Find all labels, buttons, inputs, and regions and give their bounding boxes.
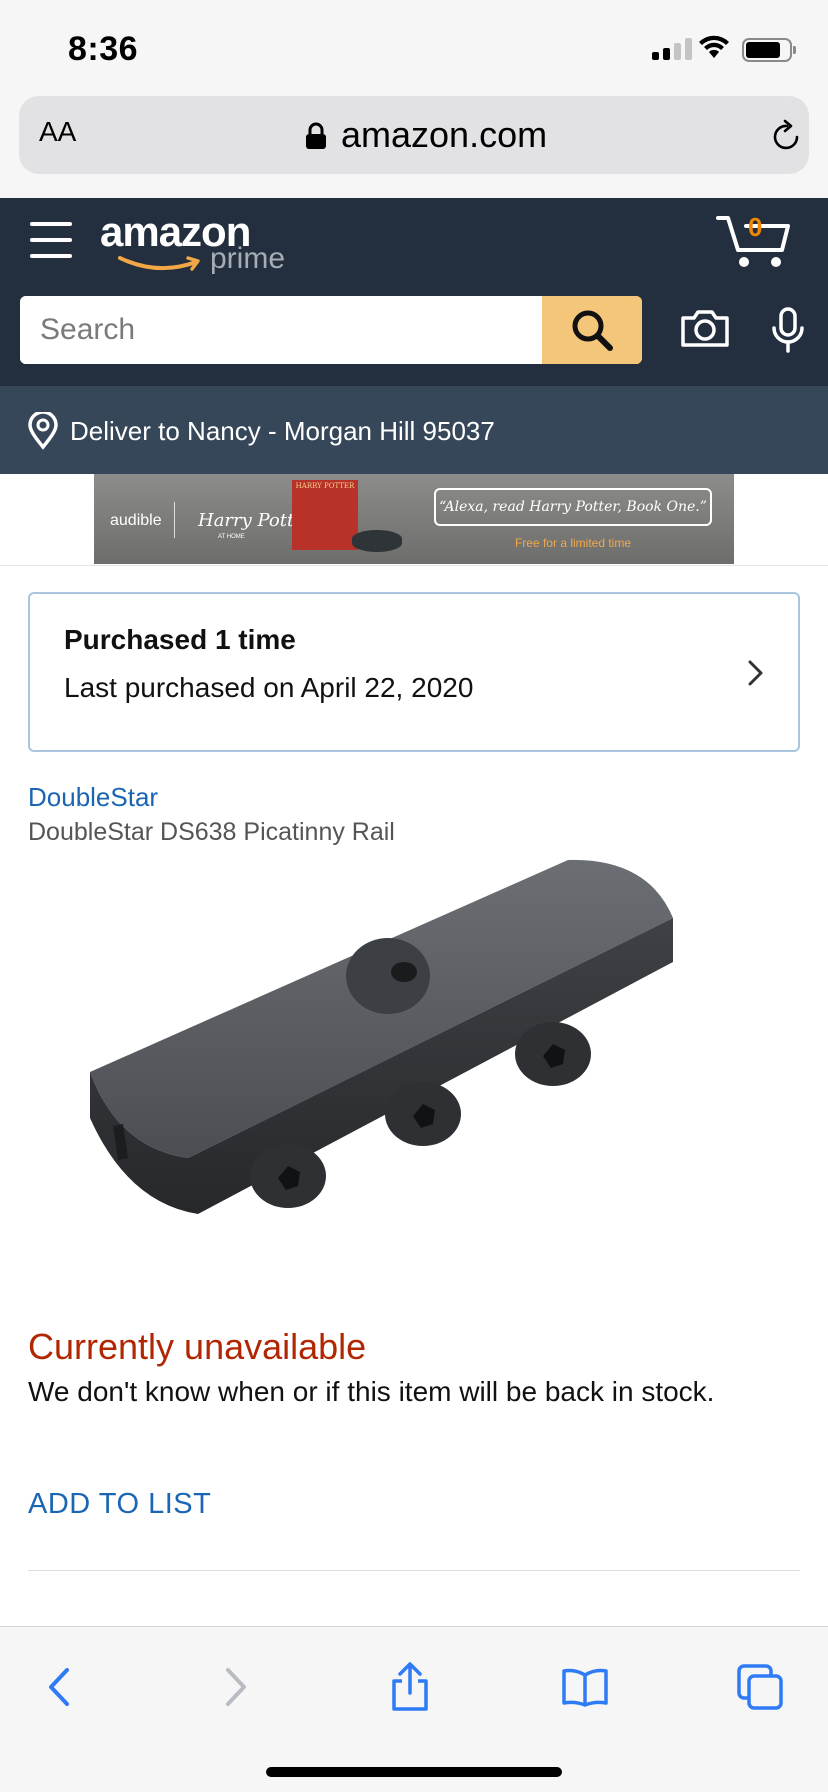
banner-row: audible Harry Potter AT HOME HARRY POTTE… <box>0 474 828 566</box>
location-pin-icon <box>28 412 58 450</box>
add-to-list-button[interactable]: ADD TO LIST <box>28 1488 211 1521</box>
echo-dot-image <box>352 530 402 552</box>
tabs-button[interactable] <box>730 1657 790 1717</box>
home-indicator[interactable] <box>266 1767 562 1777</box>
microphone-icon[interactable] <box>768 306 808 354</box>
share-icon <box>392 1662 428 1711</box>
cellular-signal-icon <box>652 38 692 60</box>
wifi-icon <box>699 35 729 58</box>
lock-icon <box>306 122 326 149</box>
product-title: DoubleStar DS638 Picatinny Rail <box>28 818 395 846</box>
banner-offer: Free for a limited time <box>514 536 632 550</box>
divider <box>28 1570 800 1571</box>
book-cover-title: HARRY POTTER <box>295 482 355 490</box>
logo-sub: prime <box>210 242 286 275</box>
back-chevron-icon <box>49 1668 69 1706</box>
tabs-icon <box>737 1664 783 1710</box>
camera-icon[interactable] <box>680 308 730 348</box>
availability-status: Currently unavailable <box>28 1326 367 1367</box>
forward-chevron-icon <box>226 1668 246 1706</box>
audible-logo: audible <box>110 512 162 529</box>
browser-toolbar <box>0 1626 828 1792</box>
menu-icon[interactable] <box>30 222 72 258</box>
chevron-right-icon <box>748 660 763 686</box>
search-bar <box>20 296 642 364</box>
deliver-to-bar[interactable]: Deliver to Nancy - Morgan Hill 95037 <box>0 386 828 474</box>
browser-chrome: AA amazon.com <box>0 96 828 198</box>
back-button[interactable] <box>30 1657 90 1717</box>
amazon-prime-logo[interactable]: amazon prime <box>100 208 300 278</box>
purchase-count: Purchased 1 time <box>64 624 296 655</box>
banner-divider <box>174 502 175 538</box>
search-button[interactable] <box>542 296 642 364</box>
smile-icon <box>118 256 200 271</box>
availability-detail: We don't know when or if this item will … <box>28 1376 715 1407</box>
bookmarks-icon <box>562 1668 608 1707</box>
banner-quote: “Alexa, read Harry Potter, Book One.” <box>434 488 712 526</box>
ad-banner[interactable]: audible Harry Potter AT HOME HARRY POTTE… <box>94 474 734 564</box>
brand-link[interactable]: DoubleStar <box>28 782 158 813</box>
amazon-header: amazon prime 0 <box>0 198 828 386</box>
search-icon <box>572 310 613 351</box>
cart-button[interactable]: 0 <box>716 212 792 272</box>
forward-button[interactable] <box>205 1657 265 1717</box>
status-bar: 8:36 <box>0 0 828 96</box>
purchase-history-card[interactable]: Purchased 1 time Last purchased on April… <box>28 592 800 752</box>
last-purchased-date: Last purchased on April 22, 2020 <box>64 672 474 703</box>
text-size-button[interactable]: AA <box>39 116 76 148</box>
at-home-label: AT HOME <box>218 534 245 540</box>
bookmarks-button[interactable] <box>555 1657 615 1717</box>
search-input[interactable] <box>20 296 542 364</box>
address-bar[interactable]: AA amazon.com <box>19 96 809 174</box>
reload-icon[interactable] <box>771 118 803 152</box>
url-domain[interactable]: amazon.com <box>341 114 547 156</box>
deliver-address: Deliver to Nancy - Morgan Hill 95037 <box>70 416 495 446</box>
cart-count: 0 <box>748 212 763 242</box>
status-time: 8:36 <box>68 30 139 68</box>
battery-icon <box>742 38 796 62</box>
product-image[interactable] <box>88 858 744 1268</box>
text-size-label: AA <box>39 116 77 147</box>
book-cover-image <box>292 480 358 550</box>
share-button[interactable] <box>380 1657 440 1717</box>
